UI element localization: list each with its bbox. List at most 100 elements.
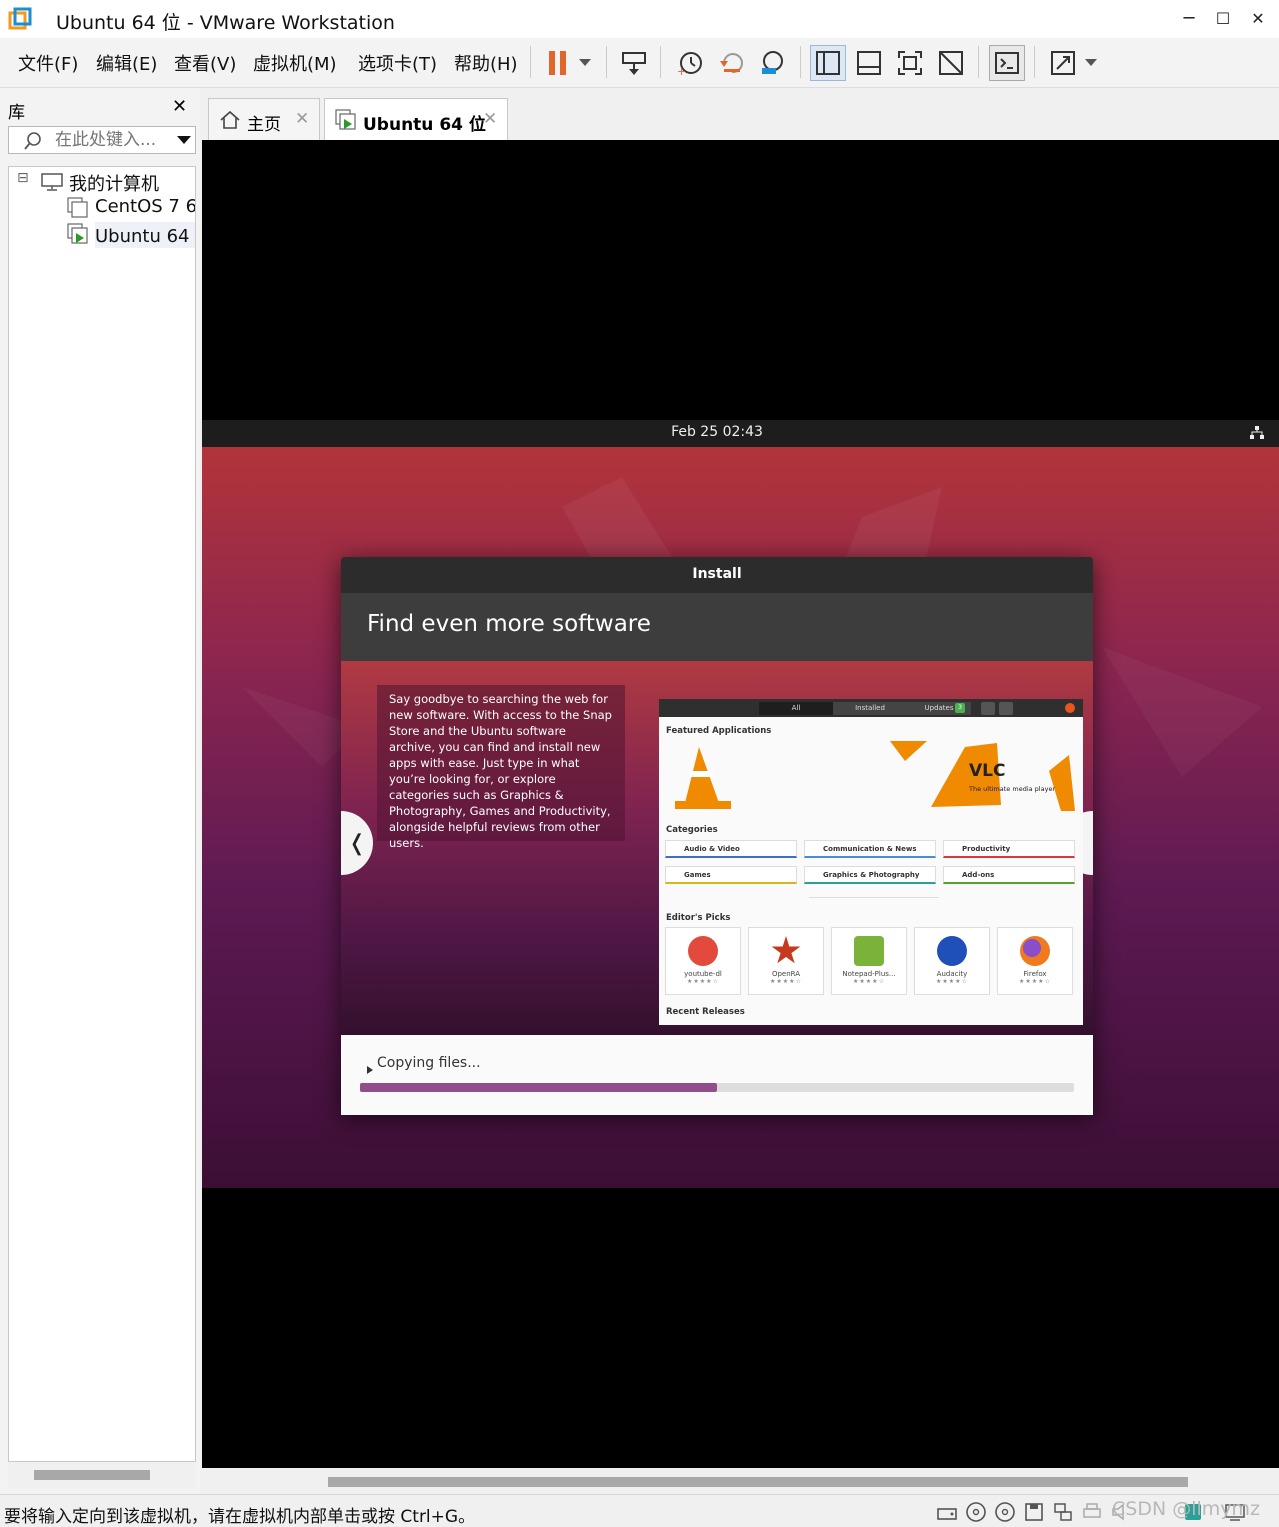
printer-icon[interactable] <box>1081 1501 1103 1523</box>
store-search-icon <box>981 702 995 715</box>
cd-dvd-icon[interactable] <box>965 1501 987 1523</box>
tab-ubuntu[interactable]: Ubuntu 64 位 ✕ <box>324 98 508 140</box>
tab-home-close-icon[interactable]: ✕ <box>295 109 309 129</box>
audacity-icon <box>937 936 967 966</box>
revert-snapshot-icon[interactable] <box>714 45 750 81</box>
pick-name: Notepad-Plus... <box>842 970 896 978</box>
installer-heading: Find even more software <box>367 611 651 637</box>
home-icon <box>220 110 240 129</box>
pick-stars: ★★★★☆ <box>1019 978 1051 985</box>
menu-vm[interactable]: 虚拟机(M) <box>253 50 337 76</box>
vlc-subtitle: The ultimate media player <box>969 785 1056 793</box>
svg-text:+: + <box>677 65 686 77</box>
vm-console[interactable]: Feb 25 02:43 Install Find even more soft… <box>202 140 1279 1468</box>
tab-strip: 主页 ✕ Ubuntu 64 位 ✕ <box>202 88 1279 140</box>
firefox-icon <box>1020 936 1050 966</box>
menu-help[interactable]: 帮助(H) <box>454 50 518 76</box>
pick-firefox: Firefox ★★★★☆ <box>997 927 1073 995</box>
clock[interactable]: Feb 25 02:43 <box>202 424 1232 440</box>
library-search <box>8 126 196 154</box>
vm-running-icon <box>335 109 356 130</box>
tree-item-centos[interactable]: CentOS 7 64 <box>95 196 195 217</box>
library-close-button[interactable]: ✕ <box>172 96 187 117</box>
store-close-icon <box>1065 703 1075 713</box>
openra-icon <box>771 936 801 964</box>
thumbnail-bar-icon[interactable] <box>851 45 887 81</box>
featured-label: Featured Applications <box>666 726 772 736</box>
window-title: Ubuntu 64 位 - VMware Workstation <box>56 12 395 34</box>
network-adapter-icon[interactable] <box>1052 1501 1074 1523</box>
tree-root-my-computer[interactable]: 我的计算机 <box>69 170 159 196</box>
store-menu-icon <box>999 702 1013 715</box>
toolbar-separator <box>800 46 801 78</box>
vlc-title: VLC <box>969 761 1006 781</box>
expand-details-icon[interactable] <box>367 1066 373 1074</box>
minimize-button[interactable]: ─ <box>1176 6 1202 32</box>
library-search-input[interactable] <box>55 129 165 151</box>
editors-picks-label: Editor's Picks <box>666 913 731 923</box>
console-view-icon[interactable] <box>989 45 1025 81</box>
full-screen-icon[interactable] <box>892 45 928 81</box>
menu-tabs[interactable]: 选项卡(T) <box>358 50 437 76</box>
menu-file[interactable]: 文件(F) <box>18 50 78 76</box>
send-ctrl-alt-del-icon[interactable] <box>616 45 652 81</box>
search-icon <box>24 132 41 150</box>
pick-stars: ★★★★☆ <box>770 978 802 985</box>
title-bar: Ubuntu 64 位 - VMware Workstation ─ ☐ ✕ <box>0 0 1279 38</box>
updates-badge: 3 <box>955 703 965 713</box>
unity-mode-icon[interactable] <box>933 45 969 81</box>
pause-dropdown-icon[interactable] <box>570 45 600 81</box>
software-store-screenshot: All Installed Updates 3 Featured Applica… <box>659 699 1083 1025</box>
category-addons: Add-ons <box>943 866 1075 884</box>
vm-horizontal-scrollbar[interactable] <box>202 1468 1279 1494</box>
pick-name: OpenRA <box>771 970 801 978</box>
menu-toolbar: 文件(F) 编辑(E) 查看(V) 虚拟机(M) 选项卡(T) 帮助(H) + <box>0 38 1279 88</box>
progress-area: Copying files... <box>341 1035 1093 1115</box>
toolbar-separator <box>1034 46 1035 78</box>
status-message: 要将输入定向到该虚拟机，请在虚拟机内部单击或按 Ctrl+G。 <box>4 1507 476 1527</box>
menu-view[interactable]: 查看(V) <box>174 50 236 76</box>
progress-bar <box>360 1083 1074 1092</box>
snapshot-icon[interactable]: + <box>672 45 708 81</box>
network-icon[interactable] <box>1250 426 1264 440</box>
progress-fill <box>360 1083 717 1092</box>
store-tab-installed: Installed <box>833 702 907 715</box>
tab-ubuntu-close-icon[interactable]: ✕ <box>483 109 497 129</box>
recent-releases-label: Recent Releases <box>666 1007 745 1017</box>
snapshot-manager-icon[interactable] <box>754 45 790 81</box>
cd-dvd-2-icon[interactable] <box>994 1501 1016 1523</box>
category-audio-video: Audio & Video <box>665 840 797 858</box>
installer-window: Install Find even more software Say good… <box>341 557 1093 1115</box>
floppy-icon[interactable] <box>1023 1501 1045 1523</box>
close-button[interactable]: ✕ <box>1245 6 1271 32</box>
store-tab-all: All <box>759 702 833 715</box>
library-panel: 库 ✕ ⊟ 我的计算机 CentOS 7 64 Ubuntu 64 位 <box>0 88 200 1494</box>
vlc-banner <box>665 741 1077 817</box>
toolbar-separator <box>978 46 979 78</box>
library-tree: ⊟ 我的计算机 CentOS 7 64 Ubuntu 64 位 <box>8 166 196 1462</box>
category-games: Games <box>665 866 797 884</box>
category-communication: Communication & News <box>804 840 936 858</box>
youtube-dl-icon <box>688 936 718 966</box>
category-productivity: Productivity <box>943 840 1075 858</box>
store-header: All Installed Updates 3 <box>659 699 1083 717</box>
maximize-button[interactable]: ☐ <box>1210 6 1236 32</box>
library-horizontal-scrollbar[interactable] <box>8 1462 196 1488</box>
divider <box>809 897 939 898</box>
tab-home[interactable]: 主页 ✕ <box>208 98 320 140</box>
slide-prev-button[interactable]: ❬ <box>341 811 373 875</box>
library-header: 库 <box>8 103 25 123</box>
vmware-logo-icon <box>8 7 32 30</box>
notepad-plus-icon <box>854 936 884 966</box>
pick-openra: OpenRA ★★★★☆ <box>748 927 824 995</box>
installer-heading-band: Find even more software <box>341 593 1093 661</box>
csdn-watermark: CSDN @llmymz <box>1112 1498 1261 1520</box>
tree-item-ubuntu[interactable]: Ubuntu 64 位 <box>95 222 195 248</box>
pick-name: Firefox <box>1023 970 1047 978</box>
search-dropdown-icon[interactable] <box>177 136 191 145</box>
show-library-icon[interactable] <box>810 45 846 81</box>
hard-disk-icon[interactable] <box>936 1501 958 1523</box>
stretch-dropdown-icon[interactable] <box>1076 45 1106 81</box>
menu-edit[interactable]: 编辑(E) <box>96 50 157 76</box>
tree-collapse-toggle[interactable]: ⊟ <box>17 170 29 186</box>
